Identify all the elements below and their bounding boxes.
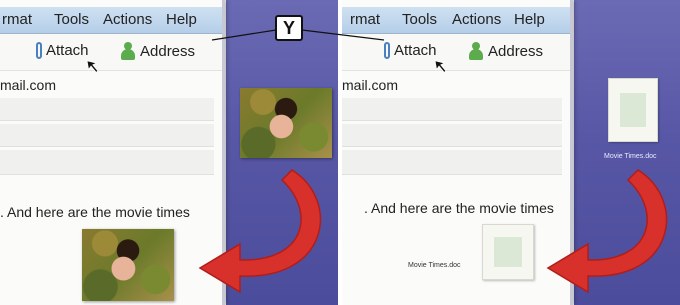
- menu-help[interactable]: Help: [166, 11, 197, 28]
- illustration: rmat Tools Actions Help Attach Address m…: [0, 0, 680, 305]
- menu-bar: rmat Tools Actions Help: [0, 7, 222, 34]
- address-book-icon: [120, 42, 136, 60]
- subject-field[interactable]: [342, 124, 562, 147]
- address-button[interactable]: Address: [468, 42, 543, 60]
- left-panel: rmat Tools Actions Help Attach Address m…: [0, 0, 338, 305]
- format-field: [342, 150, 562, 175]
- menu-tools[interactable]: Tools: [54, 11, 89, 28]
- paperclip-icon: [36, 42, 42, 59]
- mail-compose-window: rmat Tools Actions Help Attach Address m…: [342, 0, 573, 305]
- menu-actions[interactable]: Actions: [452, 11, 501, 28]
- attachment-filename: Movie Times.doc: [408, 262, 461, 269]
- cc-field[interactable]: [342, 98, 562, 121]
- callout-label: Y: [275, 15, 303, 41]
- mouse-cursor-icon: [86, 60, 99, 73]
- menu-help[interactable]: Help: [514, 11, 545, 28]
- menu-tools[interactable]: Tools: [402, 11, 437, 28]
- right-panel: rmat Tools Actions Help Attach Address m…: [342, 0, 680, 305]
- cc-field[interactable]: [0, 98, 214, 121]
- paperclip-icon: [384, 42, 390, 59]
- address-label: Address: [488, 42, 544, 60]
- desktop-icon-label: Movie Times.doc: [604, 153, 657, 160]
- desktop-document-icon[interactable]: [608, 78, 658, 142]
- format-field: [0, 150, 214, 175]
- attached-document-icon[interactable]: [482, 224, 534, 280]
- menu-format[interactable]: rmat: [350, 11, 380, 28]
- mouse-cursor-icon: [434, 60, 447, 73]
- attach-button[interactable]: Attach: [36, 42, 89, 59]
- message-body-text[interactable]: . And here are the movie times: [0, 204, 190, 220]
- address-label: Address: [140, 42, 196, 60]
- photo-file-icon[interactable]: [240, 88, 332, 158]
- attach-button[interactable]: Attach: [384, 42, 437, 59]
- to-field-text[interactable]: mail.com: [342, 77, 398, 93]
- to-field-text[interactable]: mail.com: [0, 77, 56, 93]
- attached-photo[interactable]: [82, 229, 174, 301]
- subject-field[interactable]: [0, 124, 214, 147]
- address-button[interactable]: Address: [120, 42, 195, 60]
- menu-actions[interactable]: Actions: [103, 11, 152, 28]
- menu-bar: rmat Tools Actions Help: [342, 7, 570, 34]
- message-body-text[interactable]: . And here are the movie times: [364, 200, 554, 216]
- menu-format[interactable]: rmat: [2, 11, 32, 28]
- address-book-icon: [468, 42, 484, 60]
